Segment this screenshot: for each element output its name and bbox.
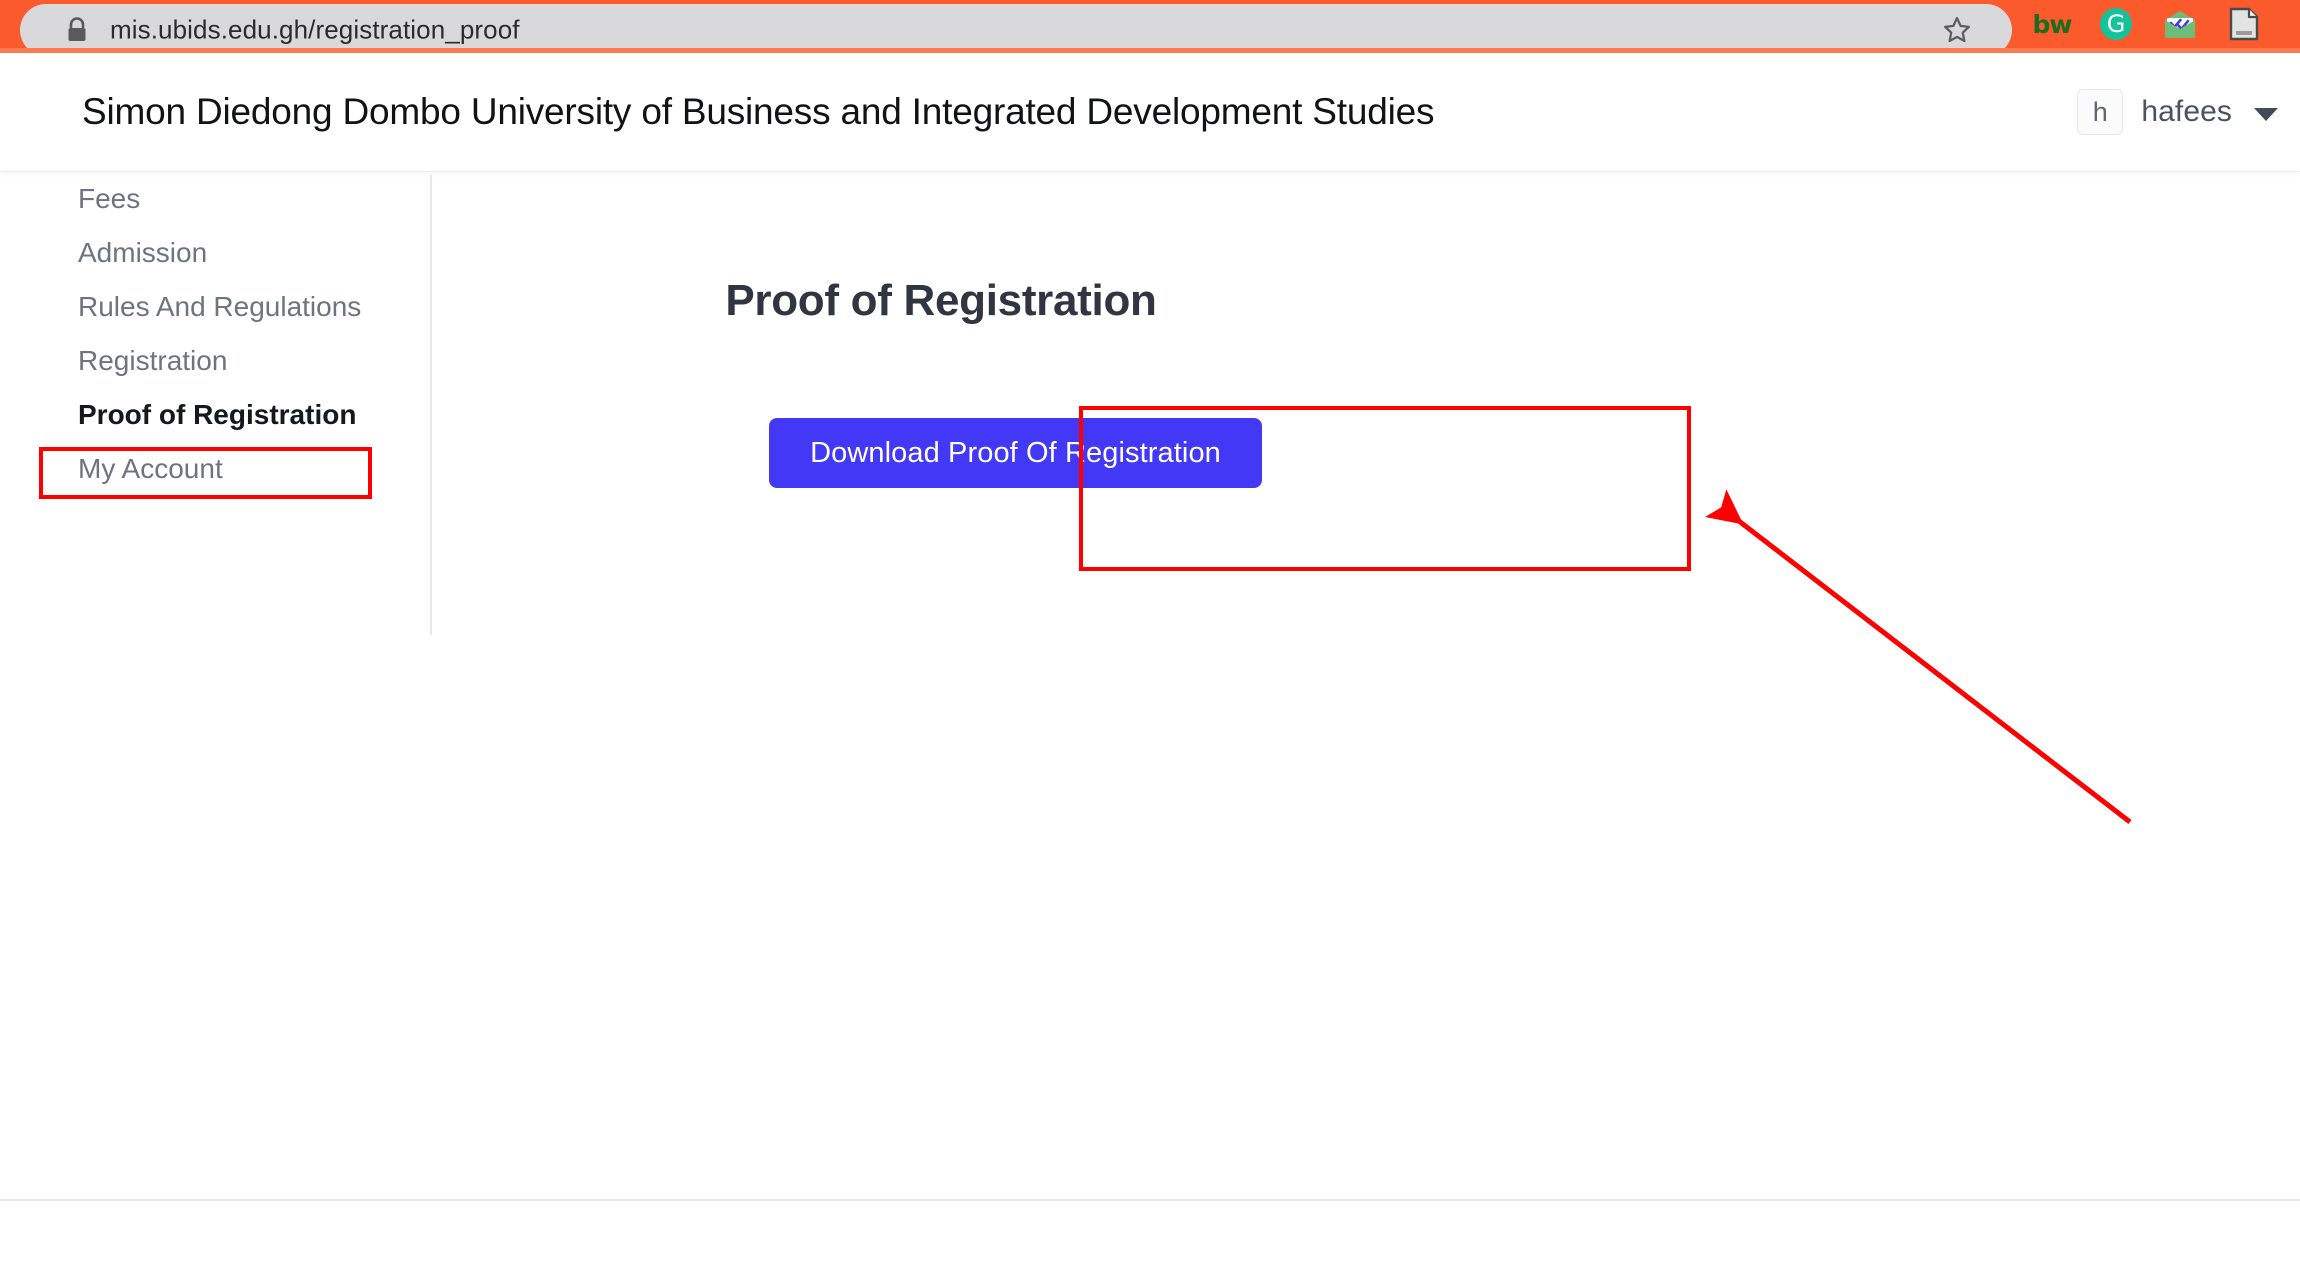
user-menu[interactable]: h hafees — [2077, 89, 2278, 135]
sidebar-item-fees[interactable]: Fees — [0, 172, 431, 226]
sidebar-nav: Fees Admission Rules And Regulations Reg… — [0, 172, 431, 496]
main-content: Proof of Registration Download Proof Of … — [431, 172, 2300, 1200]
sidebar-item-proof-of-registration[interactable]: Proof of Registration — [0, 388, 431, 442]
sidebar-item-rules-and-regulations[interactable]: Rules And Regulations — [0, 280, 431, 334]
mail-extension-icon[interactable] — [2163, 7, 2197, 41]
browser-window: mis.ubids.edu.gh/registration_proof bw G — [0, 0, 2300, 1278]
sidebar-item-registration[interactable]: Registration — [0, 334, 431, 388]
download-proof-of-registration-button[interactable]: Download Proof Of Registration — [769, 418, 1262, 488]
grammarly-letter: G — [2106, 10, 2126, 38]
sidebar: Fees Admission Rules And Regulations Reg… — [0, 172, 431, 634]
grammarly-circle: G — [2100, 8, 2132, 40]
document-extension-icon[interactable] — [2227, 7, 2261, 41]
content-heading: Proof of Registration — [725, 276, 1157, 325]
sidebar-item-admission[interactable]: Admission — [0, 226, 431, 280]
browser-toolbar: mis.ubids.edu.gh/registration_proof bw G — [0, 0, 2300, 56]
page-title: Simon Diedong Dombo University of Busine… — [82, 91, 1435, 132]
footer-divider — [0, 1199, 2300, 1201]
lock-icon — [68, 17, 86, 41]
chevron-down-icon[interactable] — [2254, 107, 2278, 121]
site-header: Simon Diedong Dombo University of Busine… — [0, 53, 2300, 172]
bitwarden-extension-icon[interactable]: bw — [2032, 7, 2073, 41]
grammarly-extension-icon[interactable]: G — [2099, 7, 2133, 41]
star-icon[interactable] — [1942, 15, 1972, 45]
url-text: mis.ubids.edu.gh/registration_proof — [110, 14, 520, 45]
bitwarden-label: bw — [2032, 9, 2073, 39]
extension-icon-bar: bw G — [2032, 0, 2261, 48]
sidebar-item-my-account[interactable]: My Account — [0, 442, 431, 496]
avatar: h — [2077, 89, 2124, 135]
user-name: hafees — [2141, 95, 2232, 128]
